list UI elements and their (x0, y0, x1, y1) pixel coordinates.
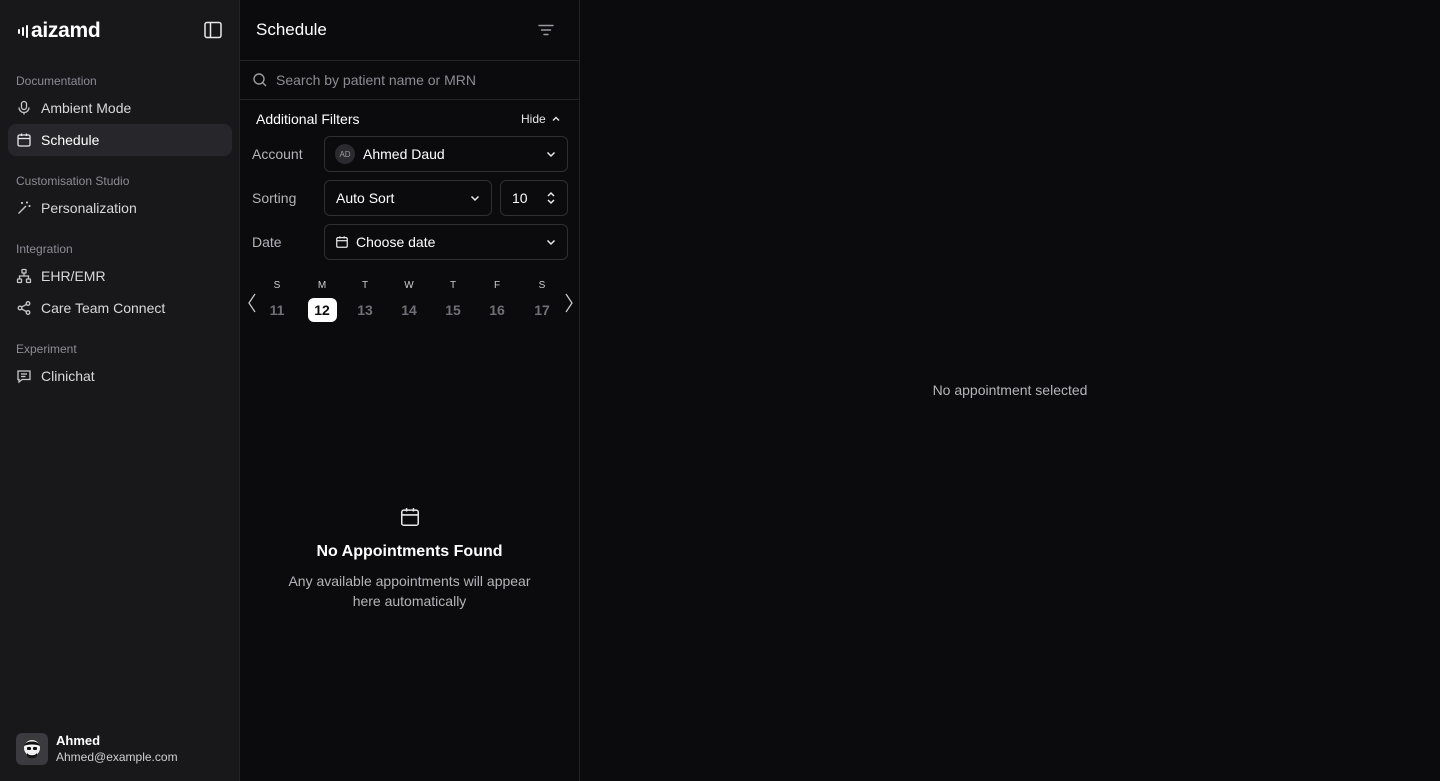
chevron-right-icon[interactable] (563, 292, 575, 314)
count-value: 10 (512, 190, 528, 206)
empty-subtitle: Any available appointments will appear h… (288, 573, 531, 609)
chevron-up-icon (552, 116, 560, 121)
user-email: Ahmed@example.com (56, 750, 178, 764)
user-name: Ahmed (56, 733, 101, 748)
chevron-up-down-icon (547, 191, 555, 205)
appointment-detail-panel: No appointment selected (580, 0, 1440, 781)
day-sunday[interactable]: S 11 (262, 278, 292, 322)
account-avatar: AD (335, 144, 355, 164)
day-letter: S (538, 280, 546, 291)
sidebar-item-label: Ambient Mode (41, 100, 132, 116)
sidebar-item-label: Clinichat (41, 368, 95, 384)
sidebar-item-ehr-emr[interactable]: EHR/EMR (8, 260, 232, 292)
day-letter: S (273, 280, 281, 291)
brand-name: aizamd (31, 19, 101, 42)
sidebar-item-label: Care Team Connect (41, 300, 166, 316)
sidebar-toggle-icon[interactable] (203, 20, 225, 40)
avatar (16, 733, 48, 765)
day-monday[interactable]: M 12 (307, 278, 337, 322)
nav-group-documentation: Documentation (16, 74, 97, 88)
day-number: 12 (307, 298, 337, 322)
sidebar-item-ambient-mode[interactable]: Ambient Mode (8, 92, 232, 124)
date-label: Date (252, 234, 282, 250)
sidebar-item-label: Schedule (41, 132, 100, 148)
day-letter: T (361, 280, 369, 291)
search-icon (253, 73, 267, 87)
chevron-down-icon (546, 151, 556, 158)
sidebar: aizamd Documentation Ambient Mode Schedu… (0, 0, 240, 781)
day-number: 11 (269, 302, 285, 318)
day-number: 15 (445, 302, 461, 318)
sidebar-item-clinichat[interactable]: Clinichat (8, 360, 232, 392)
waveform-icon (18, 23, 28, 39)
search-input[interactable] (276, 72, 566, 88)
hide-filters-button[interactable]: Hide (521, 112, 561, 126)
chevron-left-icon[interactable] (246, 292, 258, 314)
day-friday[interactable]: F 16 (482, 278, 512, 322)
day-letter: T (449, 280, 457, 291)
sidebar-item-schedule[interactable]: Schedule (8, 124, 232, 156)
calendar-icon (400, 508, 419, 527)
share-icon (17, 301, 31, 315)
day-tuesday[interactable]: T 13 (350, 278, 380, 322)
additional-filters-title: Additional Filters (256, 111, 360, 127)
sorting-value: Auto Sort (336, 190, 395, 206)
nav-group-customisation-studio: Customisation Studio (16, 174, 130, 188)
day-letter: F (493, 280, 501, 291)
count-stepper[interactable]: 10 (500, 180, 568, 216)
brand-logo[interactable]: aizamd (18, 19, 101, 43)
date-picker[interactable]: Choose date (324, 224, 568, 260)
date-value: Choose date (356, 234, 436, 250)
chat-icon (17, 370, 31, 384)
filter-icon[interactable] (536, 20, 556, 40)
chevron-down-icon (546, 239, 556, 246)
schedule-header: Schedule (240, 0, 579, 61)
day-letter: M (317, 280, 327, 291)
schedule-panel: Schedule Additional Filters Hide Account… (240, 0, 580, 781)
calendar-icon (17, 133, 31, 147)
network-icon (16, 268, 32, 284)
day-thursday[interactable]: T 15 (438, 278, 468, 322)
hide-label: Hide (521, 112, 546, 126)
empty-title: No Appointments Found (316, 543, 503, 560)
account-label: Account (252, 146, 303, 162)
sorting-select[interactable]: Auto Sort (324, 180, 492, 216)
page-title: Schedule (256, 20, 327, 39)
nav-group-experiment: Experiment (16, 342, 77, 356)
day-number: 17 (534, 302, 550, 318)
day-number: 13 (357, 302, 373, 318)
calendar-icon (336, 236, 348, 248)
sidebar-item-care-team-connect[interactable]: Care Team Connect (8, 292, 232, 324)
mic-icon (18, 100, 30, 115)
day-letter: W (404, 280, 414, 291)
sidebar-item-personalization[interactable]: Personalization (8, 192, 232, 224)
day-number: 14 (401, 302, 417, 318)
empty-state: No Appointments Found Any available appo… (240, 506, 579, 611)
sorting-label: Sorting (252, 190, 297, 206)
no-appointment-text: No appointment selected (932, 382, 1088, 398)
day-saturday[interactable]: S 17 (527, 278, 557, 322)
magic-wand-icon (18, 201, 31, 214)
user-profile[interactable]: Ahmed Ahmed@example.com (16, 733, 178, 765)
chevron-down-icon (470, 195, 480, 202)
week-strip: S 11 M 12 T 13 W 14 T 15 F 16 S 17 (240, 278, 579, 328)
sidebar-item-label: Personalization (41, 200, 137, 216)
day-number: 16 (489, 302, 505, 318)
search-bar (240, 61, 579, 100)
nav-group-integration: Integration (16, 242, 73, 256)
account-value: Ahmed Daud (363, 146, 445, 162)
day-wednesday[interactable]: W 14 (394, 278, 424, 322)
account-select[interactable]: AD Ahmed Daud (324, 136, 568, 172)
sidebar-item-label: EHR/EMR (41, 268, 106, 284)
